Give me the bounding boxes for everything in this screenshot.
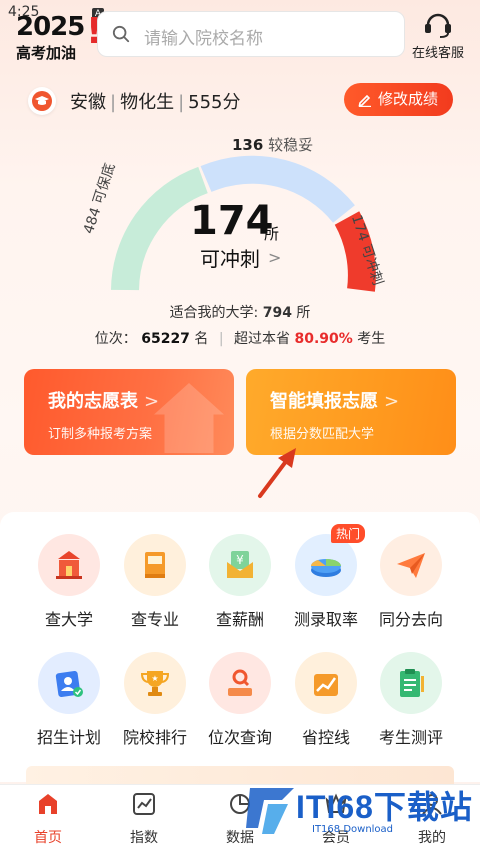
nav-index[interactable]: 指数 (109, 791, 179, 847)
watermark-subtext: IT168 Download (312, 824, 394, 835)
reach-unit: 所 (264, 225, 280, 243)
feature-rank-query[interactable]: 位次查询 (200, 652, 280, 748)
feature-control-line[interactable]: 省控线 (286, 652, 366, 748)
svg-text:¥: ¥ (236, 553, 244, 567)
feature-label: 省控线 (301, 728, 350, 747)
annotation-arrow-icon (258, 448, 296, 498)
nav-home[interactable]: 首页 (13, 791, 83, 847)
paper-plane-icon (380, 534, 442, 596)
search-input[interactable]: 请输入院校名称 (97, 11, 405, 57)
student-card-icon (38, 652, 100, 714)
feature-panel: 查大学 查专业 ¥ 查薪酬 热门 测录取率 同分去向 招生计划 ★ 院校排行 位… (0, 512, 480, 782)
card-subtitle: 根据分数匹配大学 (270, 427, 375, 442)
province: 安徽 (70, 92, 106, 113)
feature-label: 查薪酬 (215, 610, 264, 629)
feature-salary[interactable]: ¥ 查薪酬 (200, 534, 280, 630)
smart-fill-card[interactable]: 智能填报志愿 > 根据分数匹配大学 (246, 369, 456, 455)
pie-chart-icon: 热门 (295, 524, 365, 596)
reach-label[interactable]: 可冲刺 (200, 243, 260, 272)
logo-year: 2025 (16, 12, 85, 42)
suitable-universities: 适合我的大学: 794 所 (169, 305, 311, 321)
edit-score-label: 修改成绩 (378, 90, 439, 108)
book-icon (124, 534, 186, 596)
score: 555分 (188, 92, 241, 113)
feature-same-score[interactable]: 同分去向 (371, 534, 451, 630)
app-logo: 2025 ! 高考加油 (14, 12, 102, 62)
search-rank-icon (209, 652, 271, 714)
feature-label: 查专业 (130, 610, 179, 629)
search-icon (112, 25, 130, 43)
edit-score-button[interactable]: 修改成绩 (344, 83, 453, 116)
salary-envelope-icon: ¥ (209, 534, 271, 596)
card-title: 智能填报志愿 > (270, 391, 400, 412)
logo-slogan: 高考加油 (16, 44, 77, 62)
index-chart-icon (133, 793, 155, 815)
score-profile: 安徽 | 物化生 | 555分 (70, 92, 241, 113)
feature-university-ranking[interactable]: ★ 院校排行 (115, 652, 195, 748)
rank-stats: 位次： 65227 名 | 超过本省 80.90% 考生 (94, 331, 386, 347)
card-subtitle: 订制多种报考方案 (48, 427, 153, 442)
watermark: ITI68下载站 IT168 Download (244, 768, 480, 853)
feature-admission-rate[interactable]: 热门 测录取率 (286, 524, 366, 630)
nav-label: 指数 (130, 830, 158, 846)
graduation-cap-icon (28, 87, 56, 115)
service-label: 在线客服 (411, 46, 464, 61)
feature-label: 考生测评 (378, 728, 443, 747)
online-service-button[interactable]: 在线客服 (406, 8, 470, 61)
feature-label: 招生计划 (36, 728, 101, 747)
watermark-logo-icon (246, 788, 294, 834)
line-chart-icon (295, 652, 357, 714)
watermark-text: ITI68下载站 (296, 789, 473, 825)
hot-badge: 热门 (330, 524, 365, 543)
reach-count: 174 (190, 198, 274, 244)
chevron-right-icon: > (268, 248, 282, 267)
subjects: 物化生 (120, 92, 175, 113)
gauge-stable-label: 136 较稳妥 (232, 136, 314, 154)
my-application-card[interactable]: 我的志愿表 > 订制多种报考方案 (24, 369, 234, 455)
university-icon (38, 534, 100, 596)
clipboard-icon (380, 652, 442, 714)
feature-find-major[interactable]: 查专业 (115, 534, 195, 630)
feature-label: 位次查询 (207, 728, 272, 747)
feature-student-assessment[interactable]: 考生测评 (371, 652, 451, 748)
feature-label: 测录取率 (293, 610, 358, 629)
feature-find-university[interactable]: 查大学 (29, 534, 109, 630)
headset-icon (425, 13, 451, 38)
svg-text:★: ★ (151, 674, 158, 683)
home-icon (39, 794, 57, 814)
feature-label: 查大学 (44, 610, 93, 629)
feature-enrollment-plan[interactable]: 招生计划 (29, 652, 109, 748)
search-placeholder: 请输入院校名称 (144, 29, 263, 49)
trophy-icon: ★ (124, 652, 186, 714)
feature-label: 院校排行 (122, 728, 187, 747)
feature-label: 同分去向 (378, 610, 443, 629)
pencil-icon (358, 94, 371, 107)
nav-label: 首页 (34, 830, 62, 846)
